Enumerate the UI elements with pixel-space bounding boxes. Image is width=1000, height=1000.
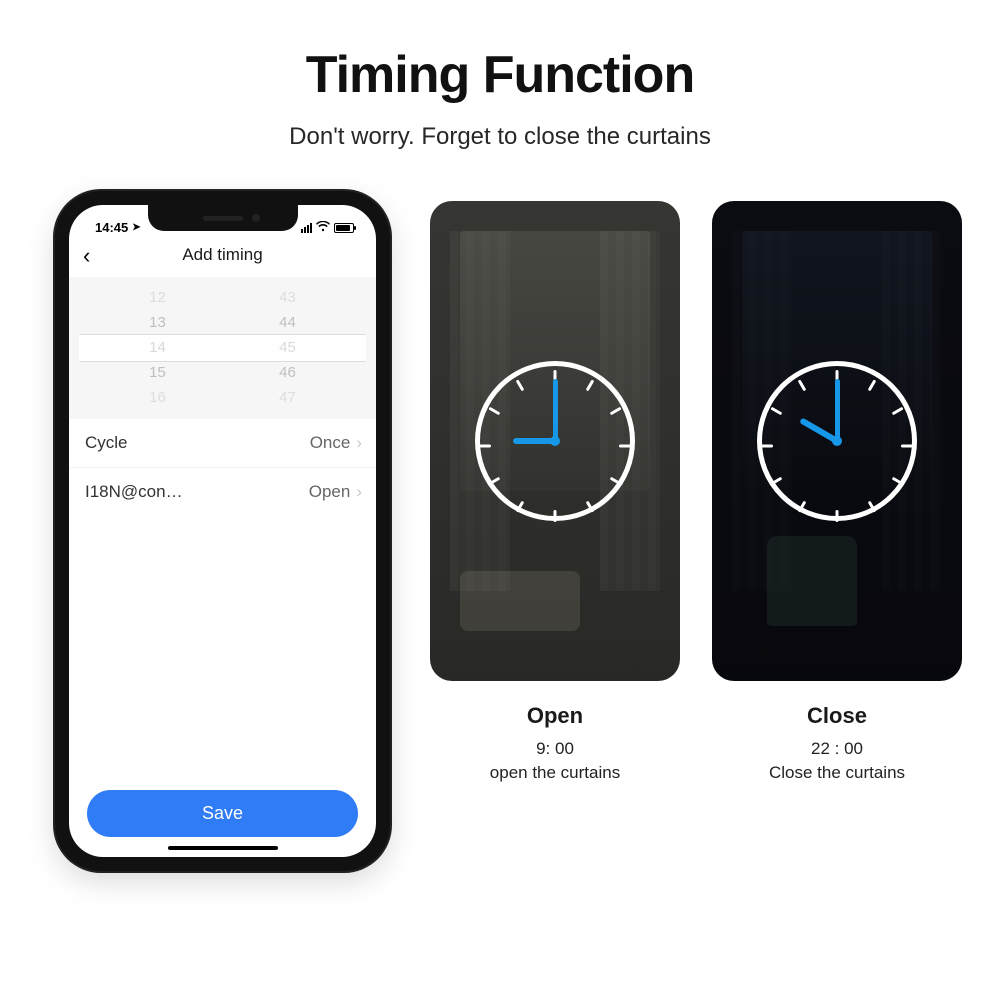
card-image-open <box>430 201 680 681</box>
card-desc: Close the curtains <box>769 763 905 783</box>
time-picker[interactable]: 12 13 14 15 16 43 44 45 46 47 <box>69 277 376 419</box>
signal-icon <box>301 223 312 233</box>
card-close: Close 22 : 00 Close the curtains <box>712 201 962 783</box>
clock-close-icon <box>757 361 917 521</box>
clock-open-icon <box>475 361 635 521</box>
phone-notch <box>148 205 298 231</box>
page-title: Timing Function <box>306 45 694 105</box>
page-subtitle: Don't worry. Forget to close the curtain… <box>289 123 711 151</box>
row-value: Open <box>309 482 351 502</box>
row-action[interactable]: I18N@con… Open › <box>69 468 376 516</box>
chevron-right-icon: › <box>356 482 362 502</box>
row-cycle[interactable]: Cycle Once › <box>69 419 376 468</box>
header-title: Add timing <box>182 245 262 265</box>
card-time: 22 : 00 <box>811 739 863 759</box>
row-label: Cycle <box>85 433 128 453</box>
card-time: 9: 00 <box>536 739 574 759</box>
back-icon[interactable]: ‹ <box>83 245 90 267</box>
row-value: Once <box>310 433 351 453</box>
phone-screen: 14:45 ➤ ‹ Add timing <box>69 205 376 857</box>
card-label: Open <box>527 703 583 729</box>
row-label: I18N@con… <box>85 482 183 502</box>
hour-column[interactable]: 12 13 14 15 16 <box>128 287 188 409</box>
card-label: Close <box>807 703 867 729</box>
card-image-close <box>712 201 962 681</box>
card-open: Open 9: 00 open the curtains <box>430 201 680 783</box>
wifi-icon <box>316 220 330 235</box>
app-header: ‹ Add timing <box>69 235 376 277</box>
location-icon: ➤ <box>132 222 140 233</box>
home-indicator[interactable] <box>168 846 278 850</box>
phone-mockup: 14:45 ➤ ‹ Add timing <box>55 191 390 871</box>
status-time: 14:45 <box>95 220 128 235</box>
card-desc: open the curtains <box>490 763 620 783</box>
settings-list: Cycle Once › I18N@con… Open › <box>69 419 376 516</box>
clock-cards: Open 9: 00 open the curtains <box>430 191 962 783</box>
battery-icon <box>334 223 354 233</box>
chevron-right-icon: › <box>356 433 362 453</box>
minute-column[interactable]: 43 44 45 46 47 <box>258 287 318 409</box>
save-button[interactable]: Save <box>87 790 358 837</box>
